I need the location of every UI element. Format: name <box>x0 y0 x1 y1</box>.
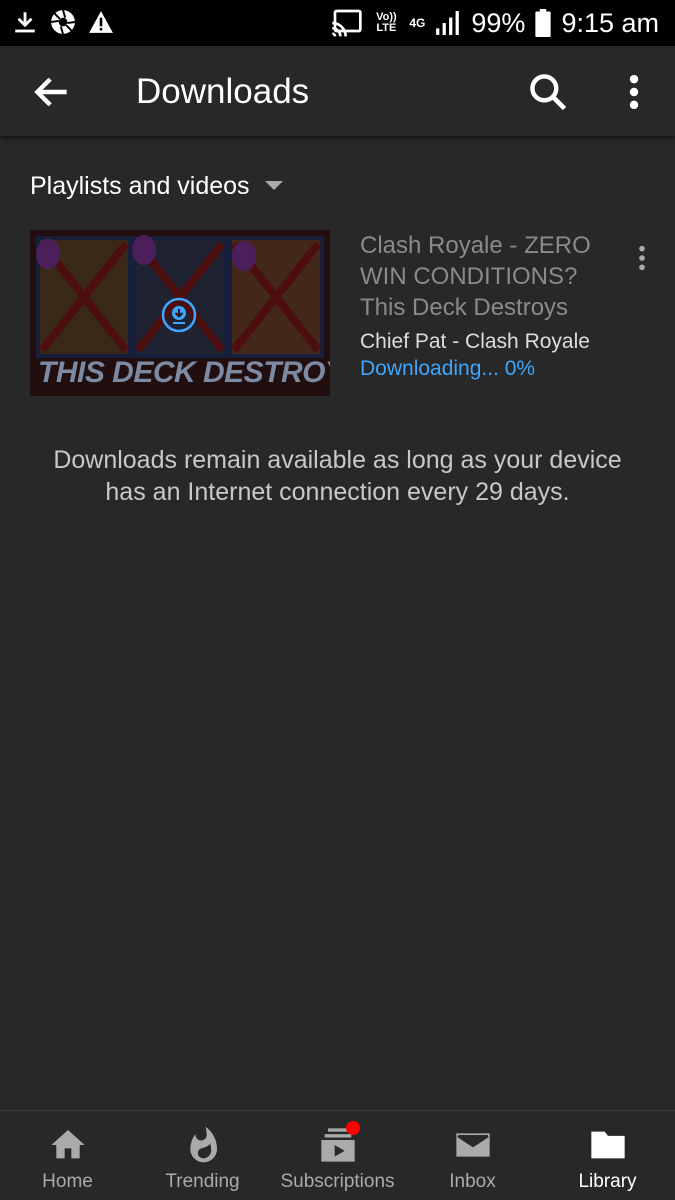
item-more-icon[interactable] <box>626 242 658 274</box>
back-arrow-icon[interactable] <box>30 70 74 114</box>
playlists-filter-dropdown[interactable]: Playlists and videos <box>30 166 284 206</box>
aperture-icon <box>50 9 76 35</box>
video-thumbnail[interactable]: THIS DECK DESTROYS <box>30 230 330 396</box>
downloading-icon <box>161 297 197 333</box>
nav-label: Home <box>42 1171 93 1192</box>
download-status: Downloading... 0% <box>360 357 536 380</box>
nav-label: Subscriptions <box>280 1171 395 1192</box>
video-title[interactable]: Clash Royale - ZERO WIN CONDITIONS? This… <box>360 230 610 323</box>
nav-inbox[interactable]: Inbox <box>405 1111 540 1200</box>
volte-indicator: Vo)) LTE <box>376 11 397 34</box>
nav-home[interactable]: Home <box>0 1111 135 1200</box>
download-list-item[interactable]: THIS DECK DESTROYS Clash Royale - ZERO W… <box>30 230 660 396</box>
filter-label: Playlists and videos <box>30 171 250 200</box>
bottom-navigation: Home Trending Subscriptions Inbox Librar… <box>0 1110 675 1200</box>
signal-icon <box>436 11 460 35</box>
thumbnail-caption: THIS DECK DESTROYS <box>38 356 330 389</box>
app-bar: Downloads <box>0 46 675 136</box>
flame-icon <box>189 1126 217 1163</box>
status-bar: Vo)) LTE 4G 99% 9:15 am <box>0 0 675 46</box>
subscriptions-icon-wrap <box>318 1121 360 1165</box>
nav-label: Trending <box>165 1171 240 1192</box>
network-type: 4G <box>409 16 426 30</box>
folder-icon <box>590 1131 625 1159</box>
notification-dot <box>345 1121 360 1135</box>
cast-icon <box>332 9 363 37</box>
battery-icon <box>535 9 552 37</box>
page-title: Downloads <box>136 72 310 111</box>
warning-icon <box>89 11 113 33</box>
dropdown-arrow-icon <box>264 181 283 190</box>
battery-percent: 99% <box>471 8 526 38</box>
nav-label: Library <box>578 1171 637 1192</box>
channel-name: Chief Pat - Clash Royale <box>360 330 590 353</box>
mail-icon <box>455 1133 490 1157</box>
nav-trending[interactable]: Trending <box>135 1111 270 1200</box>
downloads-info-note: Downloads remain available as long as yo… <box>53 446 622 506</box>
clock: 9:15 am <box>561 8 659 38</box>
download-notification-icon <box>15 12 35 33</box>
search-icon[interactable] <box>526 70 570 114</box>
more-vert-icon[interactable] <box>612 70 656 114</box>
nav-subscriptions[interactable]: Subscriptions <box>270 1111 405 1200</box>
home-icon <box>50 1130 85 1159</box>
nav-library[interactable]: Library <box>540 1111 675 1200</box>
nav-label: Inbox <box>449 1171 496 1192</box>
